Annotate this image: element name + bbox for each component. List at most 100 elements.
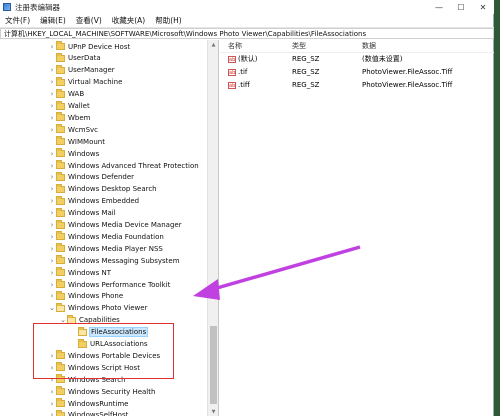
chevron-right-icon[interactable]: ›: [48, 291, 56, 302]
tree-item[interactable]: › UPnP Device Host: [48, 41, 130, 52]
highlight-box: [33, 323, 174, 379]
tree-item[interactable]: › Windows Mail: [48, 207, 116, 219]
scroll-down-arrow-icon[interactable]: ▼: [208, 407, 218, 416]
value-row[interactable]: ab .tiff REG_SZ PhotoViewer.FileAssoc.Tif…: [220, 79, 494, 91]
tree-item[interactable]: › WindowsSelfHost: [48, 409, 128, 416]
tree-item-label: UPnP Device Host: [68, 42, 131, 51]
value-name: .tiff: [238, 81, 250, 89]
menu-favorites[interactable]: 收藏夹(A): [107, 15, 150, 26]
chevron-right-icon[interactable]: ›: [48, 160, 56, 171]
maximize-button[interactable]: ☐: [450, 0, 472, 14]
tree-item-label: Windows Desktop Search: [68, 185, 157, 194]
chevron-right-icon[interactable]: ›: [48, 89, 56, 100]
tree-item[interactable]: › WindowsRuntime: [48, 398, 128, 409]
chevron-right-icon[interactable]: ›: [48, 101, 56, 112]
scroll-up-arrow-icon[interactable]: ▲: [208, 40, 218, 49]
tree-item[interactable]: › WAB: [48, 88, 85, 100]
chevron-right-icon[interactable]: ›: [48, 196, 56, 207]
tree-item[interactable]: › Wbem: [48, 112, 91, 123]
chevron-right-icon[interactable]: ›: [48, 172, 56, 183]
tree-item[interactable]: › Windows Desktop Search: [48, 183, 157, 195]
chevron-right-icon[interactable]: ›: [48, 112, 56, 123]
folder-icon: [56, 124, 65, 134]
chevron-right-icon[interactable]: ›: [48, 255, 56, 266]
folder-icon: [56, 171, 65, 181]
folder-icon: [56, 243, 65, 253]
tree-item[interactable]: ⌄ Windows Photo Viewer: [48, 302, 147, 314]
chevron-right-icon[interactable]: ›: [48, 410, 56, 416]
tree-item-label: Windows NT: [68, 268, 111, 277]
key-tree-pane[interactable]: ▲ ▼ › UPnP Device Host UserData › UserManage…: [0, 40, 219, 416]
tree-scrollbar[interactable]: ▲ ▼: [207, 40, 218, 416]
chevron-down-icon[interactable]: ⌄: [48, 303, 56, 314]
chevron-right-icon[interactable]: ›: [48, 398, 56, 409]
value-name: (默认): [238, 55, 258, 63]
column-header-type[interactable]: 类型: [292, 41, 306, 51]
menu-view[interactable]: 查看(V): [71, 15, 107, 26]
tree-item[interactable]: › Windows Defender: [48, 171, 135, 183]
menu-help[interactable]: 帮助(H): [150, 15, 187, 26]
values-pane[interactable]: 名称 类型 数据 ab (默认) REG_SZ (数值未设置) ab .tif RE…: [220, 40, 494, 416]
value-row[interactable]: ab (默认) REG_SZ (数值未设置): [220, 53, 494, 65]
menu-edit[interactable]: 编辑(E): [35, 15, 71, 26]
tree-item-label: Virtual Machine: [68, 78, 123, 87]
registry-editor-window: 注册表编辑器 — ☐ ✕ 文件(F) 编辑(E) 查看(V) 收藏夹(A) 帮助…: [0, 0, 494, 416]
folder-icon: [56, 290, 65, 300]
chevron-right-icon[interactable]: ›: [48, 184, 56, 195]
folder-icon: [56, 219, 65, 229]
chevron-right-icon[interactable]: ›: [48, 65, 56, 76]
registry-editor-icon: [3, 3, 11, 11]
tree-item-label: Windows Defender: [68, 173, 135, 182]
tree-item[interactable]: › Windows Performance Toolkit: [48, 279, 170, 290]
window-title: 注册表编辑器: [15, 2, 60, 12]
chevron-right-icon[interactable]: ›: [48, 220, 56, 231]
tree-item[interactable]: › Wallet: [48, 100, 90, 112]
tree-item[interactable]: › Windows Advanced Threat Protection: [48, 160, 199, 171]
minimize-button[interactable]: —: [428, 0, 450, 14]
tree-item-label: WAB: [68, 90, 85, 99]
chevron-right-icon[interactable]: ›: [48, 279, 56, 290]
tree-item[interactable]: WIMMount: [48, 136, 105, 147]
menu-file[interactable]: 文件(F): [0, 15, 35, 26]
chevron-right-icon[interactable]: ›: [48, 208, 56, 219]
folder-icon: [56, 148, 65, 158]
tree-item[interactable]: › Windows Security Health: [48, 386, 155, 397]
tree-item-label: UserManager: [68, 66, 115, 75]
scrollbar-thumb[interactable]: [210, 326, 217, 404]
tree-item[interactable]: › Windows Media Device Manager: [48, 219, 182, 231]
chevron-right-icon[interactable]: ›: [48, 41, 56, 52]
folder-icon: [56, 160, 65, 169]
column-header-data[interactable]: 数据: [362, 41, 376, 51]
chevron-right-icon[interactable]: ›: [48, 243, 56, 254]
string-value-icon: ab: [228, 55, 236, 63]
chevron-right-icon[interactable]: ›: [48, 124, 56, 135]
chevron-right-icon[interactable]: ›: [48, 77, 56, 88]
tree-item[interactable]: › Windows NT: [48, 267, 111, 278]
chevron-right-icon[interactable]: ›: [48, 267, 56, 278]
chevron-right-icon[interactable]: ›: [48, 231, 56, 242]
folder-icon: [56, 76, 65, 86]
tree-item[interactable]: › Windows Media Player NSS: [48, 243, 163, 254]
tree-item[interactable]: › Windows: [48, 148, 99, 159]
address-bar[interactable]: 计算机\HKEY_LOCAL_MACHINE\SOFTWARE\Microsof…: [0, 28, 494, 39]
tree-item[interactable]: › Windows Phone: [48, 290, 123, 302]
folder-icon: [56, 183, 65, 193]
tree-item[interactable]: UserData: [48, 52, 101, 64]
folder-icon: [56, 207, 65, 217]
tree-item[interactable]: › Windows Messaging Subsystem: [48, 255, 180, 266]
tree-item-label: Wallet: [68, 102, 90, 110]
chevron-right-icon[interactable]: ›: [48, 148, 56, 159]
tree-item[interactable]: › Windows Embedded: [48, 195, 139, 207]
column-header-name[interactable]: 名称: [228, 41, 242, 51]
value-row[interactable]: ab .tif REG_SZ PhotoViewer.FileAssoc.Tiff: [220, 66, 494, 78]
chevron-right-icon[interactable]: ›: [48, 386, 56, 397]
folder-icon: [56, 409, 65, 416]
tree-item[interactable]: › Windows Media Foundation: [48, 231, 164, 242]
tree-item[interactable]: › WcmSvc: [48, 124, 98, 135]
string-value-icon: ab: [228, 81, 236, 89]
tree-item[interactable]: › Virtual Machine: [48, 76, 123, 88]
close-button[interactable]: ✕: [472, 0, 494, 14]
tree-item[interactable]: › UserManager: [48, 64, 115, 76]
tree-item-label: Windows Media Player NSS: [68, 244, 163, 253]
window-controls: — ☐ ✕: [428, 0, 494, 14]
